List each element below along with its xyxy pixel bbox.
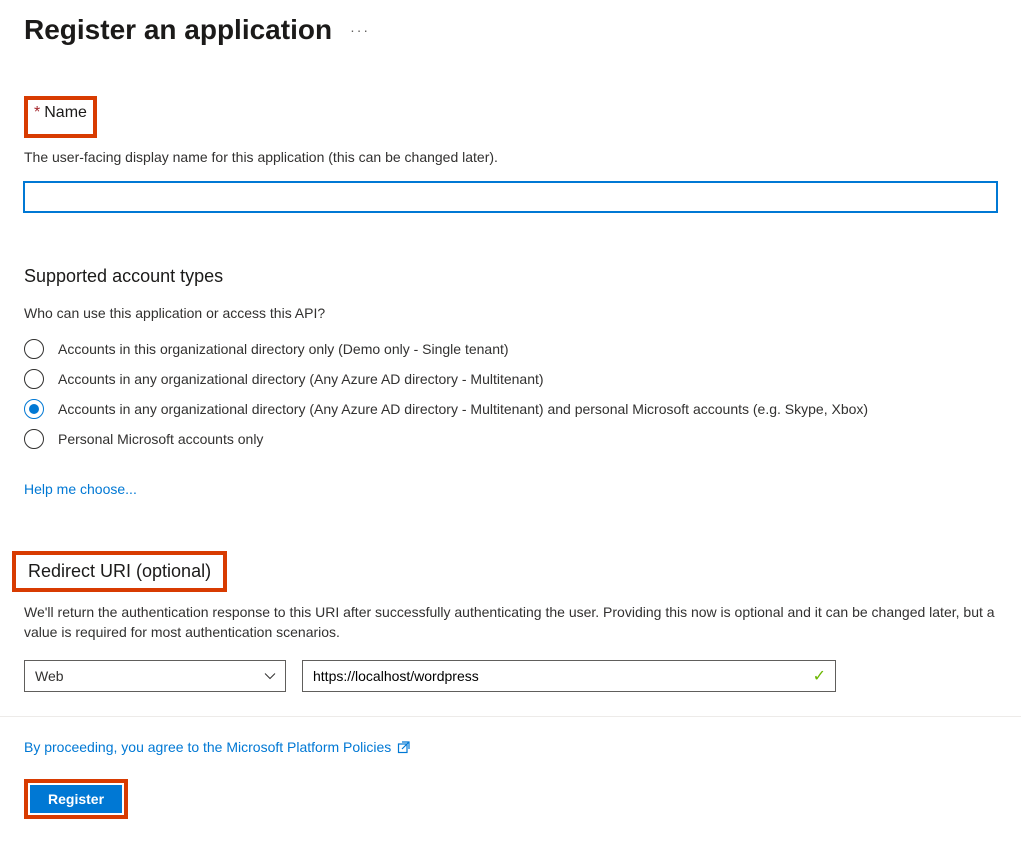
external-link-icon	[397, 740, 411, 754]
account-type-option-0[interactable]: Accounts in this organizational director…	[24, 339, 997, 359]
platform-selected-value: Web	[35, 668, 64, 684]
radio-icon[interactable]	[24, 339, 44, 359]
register-button[interactable]: Register	[30, 785, 122, 813]
radio-label: Accounts in any organizational directory…	[58, 401, 868, 417]
redirect-uri-input[interactable]	[302, 660, 836, 692]
redirect-highlight: Redirect URI (optional)	[12, 551, 227, 592]
radio-label: Accounts in this organizational director…	[58, 341, 509, 357]
divider	[0, 716, 1021, 717]
redirect-heading: Redirect URI (optional)	[28, 561, 213, 582]
account-type-option-1[interactable]: Accounts in any organizational directory…	[24, 369, 997, 389]
help-me-choose-link[interactable]: Help me choose...	[24, 481, 137, 497]
page-title: Register an application	[24, 14, 332, 46]
account-types-heading: Supported account types	[24, 266, 997, 287]
register-highlight: Register	[24, 779, 128, 819]
name-label: *Name	[34, 104, 87, 122]
radio-icon[interactable]	[24, 399, 44, 419]
account-types-question: Who can use this application or access t…	[24, 305, 997, 321]
radio-label: Personal Microsoft accounts only	[58, 431, 263, 447]
platform-policies-link[interactable]: By proceeding, you agree to the Microsof…	[24, 739, 391, 755]
name-highlight: *Name	[24, 96, 97, 138]
redirect-description: We'll return the authentication response…	[24, 602, 997, 643]
more-actions-icon[interactable]: ···	[350, 22, 370, 38]
radio-label: Accounts in any organizational directory…	[58, 371, 544, 387]
radio-icon[interactable]	[24, 369, 44, 389]
required-star-icon: *	[34, 104, 40, 121]
name-description: The user-facing display name for this ap…	[24, 148, 997, 168]
account-type-option-3[interactable]: Personal Microsoft accounts only	[24, 429, 997, 449]
account-type-option-2[interactable]: Accounts in any organizational directory…	[24, 399, 997, 419]
radio-icon[interactable]	[24, 429, 44, 449]
platform-select[interactable]: Web	[24, 660, 286, 692]
name-input[interactable]	[24, 182, 997, 212]
